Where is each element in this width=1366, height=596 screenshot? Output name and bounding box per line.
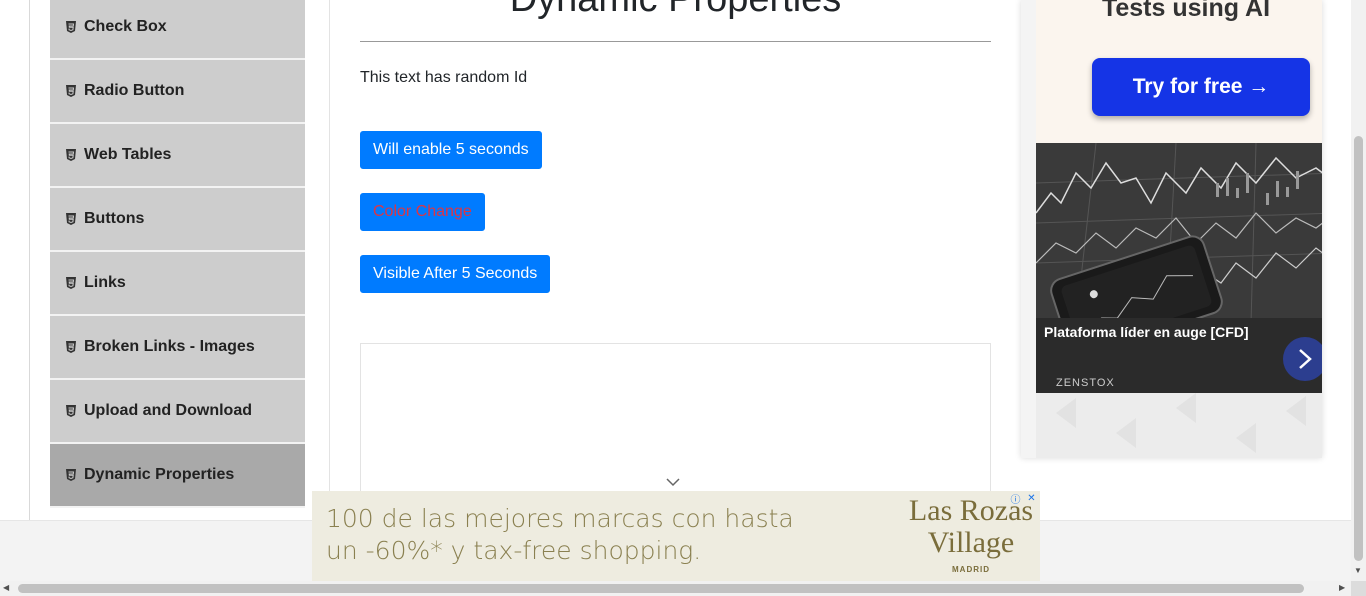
banner-text-line1: 100 de las mejores marcas con hasta (326, 504, 794, 533)
banner-logo-sub: MADRID (952, 565, 990, 574)
stock-chart-image (1036, 143, 1322, 393)
html5-icon (65, 85, 77, 97)
bottom-banner-ad[interactable]: 100 de las mejores marcas con hasta un -… (312, 491, 1040, 581)
sidebar-item-label: Web Tables (84, 146, 172, 163)
html5-icon (65, 341, 77, 353)
color-change-button[interactable]: Color Change (360, 193, 485, 231)
visible-after-button[interactable]: Visible After 5 Seconds (360, 255, 551, 293)
page-title: Dynamic Properties (360, 0, 991, 21)
try-free-button[interactable]: Try for free → (1092, 58, 1310, 116)
sidebar-item-broken-links-images[interactable]: Broken Links - Images (50, 316, 305, 380)
right-ad-caption: Plataforma líder en auge [CFD] (1044, 324, 1249, 340)
sidebar-item-label: Check Box (84, 18, 167, 35)
html5-icon (65, 213, 77, 225)
random-id-text: This text has random Id (360, 69, 528, 86)
scrollbar-corner (1351, 581, 1366, 596)
sidebar-item-radio-button[interactable]: Radio Button (50, 60, 305, 124)
html5-icon (65, 469, 77, 481)
info-icon[interactable]: ⓘ (1009, 492, 1022, 506)
sidebar-item-label: Links (84, 274, 126, 291)
enable-after-button[interactable]: Will enable 5 seconds (360, 131, 542, 169)
page: Check Box Radio Button Web Tables Buttons Li… (0, 0, 1366, 596)
scroll-right-arrow-icon[interactable]: ▶ (1339, 583, 1345, 592)
right-ad-brand: ZENSTOX (1056, 377, 1115, 389)
sidebar-item-buttons[interactable]: Buttons (50, 188, 305, 252)
sidebar-item-check-box[interactable]: Check Box (50, 0, 305, 60)
horizontal-scrollbar[interactable]: ◀ ▶ (0, 581, 1351, 596)
sidebar-item-label: Radio Button (84, 82, 185, 99)
close-icon[interactable]: ✕ (1025, 492, 1038, 505)
right-ad-headline: Tests using AI (1101, 0, 1271, 22)
banner-text-line2: un -60%* y tax-free shopping. (326, 536, 702, 565)
banner-ad-controls: ⓘ ✕ (1009, 492, 1038, 506)
horizontal-scrollbar-thumb[interactable] (18, 584, 1304, 593)
sidebar-item-label: Upload and Download (84, 402, 252, 419)
right-ad-pattern (1036, 393, 1322, 458)
chevron-down-icon[interactable] (666, 474, 680, 492)
sidebar-item-label: Dynamic Properties (84, 466, 235, 483)
sidebar-item-upload-and-download[interactable]: Upload and Download (50, 380, 305, 444)
title-divider (360, 41, 991, 42)
html5-icon (65, 21, 77, 33)
sidebar-item-links[interactable]: Links (50, 252, 305, 316)
sidebar-item-dynamic-properties[interactable]: Dynamic Properties (50, 444, 305, 508)
content-column-border (329, 0, 330, 520)
sidebar-item-web-tables[interactable]: Web Tables (50, 124, 305, 188)
right-ad-top: Tests using AI Try for free → (1036, 0, 1322, 143)
banner-text: 100 de las mejores marcas con hasta un -… (326, 503, 794, 567)
sidebar-menu: Check Box Radio Button Web Tables Buttons Li… (50, 0, 305, 508)
vertical-scrollbar-thumb[interactable] (1354, 136, 1363, 561)
right-ad-image[interactable]: Plataforma líder en auge [CFD] ZENSTOX (1036, 143, 1322, 393)
html5-icon (65, 149, 77, 161)
left-column-border (29, 0, 30, 520)
vertical-scrollbar[interactable]: ▼ (1351, 0, 1366, 581)
html5-icon (65, 277, 77, 289)
banner-logo-line2: Village (927, 526, 1015, 559)
sidebar-item-label: Buttons (84, 210, 145, 227)
scroll-left-arrow-icon[interactable]: ◀ (3, 583, 9, 592)
right-ad[interactable]: Tests using AI Try for free → Plataforma… (1021, 0, 1322, 458)
chevron-right-icon[interactable] (1283, 337, 1322, 381)
html5-icon (65, 405, 77, 417)
sidebar-item-label: Broken Links - Images (84, 338, 255, 355)
scroll-down-arrow-icon[interactable]: ▼ (1354, 566, 1362, 575)
